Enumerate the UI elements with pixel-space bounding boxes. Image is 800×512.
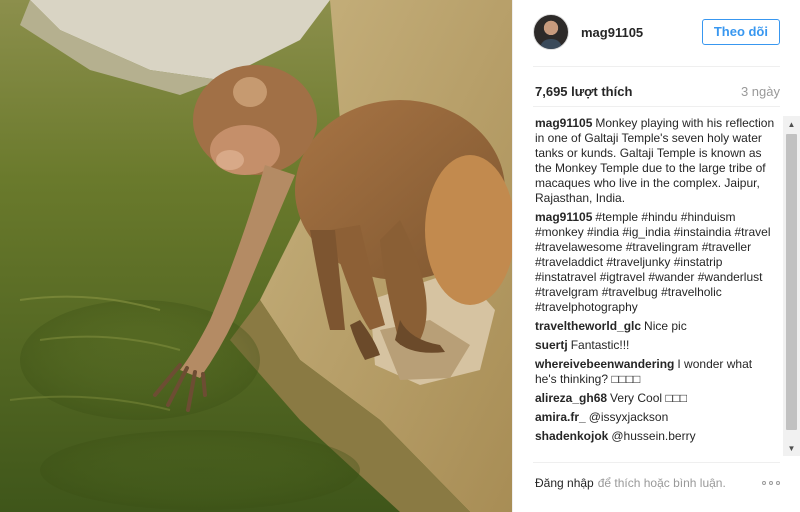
footer-text: để thích hoặc bình luận. [597, 476, 726, 490]
avatar[interactable] [533, 14, 569, 50]
header-divider [533, 66, 780, 67]
list-item: traveltheworld_glc Nice pic [535, 319, 777, 334]
login-link[interactable]: Đăng nhập [535, 476, 594, 490]
comment-text: #temple #hindu #hinduism #monkey #india … [535, 210, 771, 314]
more-dot-icon [776, 481, 780, 485]
comment-text[interactable]: @hussein.berry [611, 429, 695, 443]
list-item: whereivebeenwandering I wonder what he's … [535, 357, 777, 387]
post-side-panel: mag91105 Theo dõi 7,695 lượt thích 3 ngà… [512, 0, 800, 512]
more-options-icon[interactable] [762, 481, 780, 485]
footer-divider [533, 462, 780, 463]
list-item: suertj Fantastic!!! [535, 338, 777, 353]
more-dot-icon [762, 481, 766, 485]
list-item: amira.fr_ @issyxjackson [535, 410, 777, 425]
comment-text: Very Cool □□□ [610, 391, 688, 405]
post-photo[interactable] [0, 0, 512, 512]
post-footer: Đăng nhập để thích hoặc bình luận. [535, 476, 780, 490]
comment-username[interactable]: traveltheworld_glc [535, 319, 641, 333]
comment-text: Fantastic!!! [570, 338, 630, 352]
post-time[interactable]: 3 ngày [741, 84, 780, 99]
post-username[interactable]: mag91105 [581, 25, 643, 40]
caption: mag91105 Monkey playing with his reflecti… [535, 116, 777, 206]
stats-divider [533, 106, 780, 107]
scroll-thumb[interactable] [786, 134, 797, 430]
follow-button[interactable]: Theo dõi [701, 19, 780, 45]
comment-username[interactable]: mag91105 [535, 116, 592, 130]
post-stats: 7,695 lượt thích 3 ngày [535, 84, 780, 99]
comment-username[interactable]: alireza_gh68 [535, 391, 607, 405]
comment-text: Nice pic [644, 319, 687, 333]
monkey-photo-image [0, 0, 512, 512]
comment-text[interactable]: @issyxjackson [589, 410, 669, 424]
more-dot-icon [769, 481, 773, 485]
comment-username[interactable]: whereivebeenwandering [535, 357, 674, 371]
comments-scrollbar[interactable]: ▲ ▼ [783, 116, 800, 456]
comments-list[interactable]: mag91105 Monkey playing with his reflecti… [535, 116, 777, 456]
list-item: alireza_gh68 Very Cool □□□ [535, 391, 777, 406]
list-item: mag91105 #temple #hindu #hinduism #monkey… [535, 210, 777, 315]
comment-username[interactable]: suertj [535, 338, 568, 352]
likes-count[interactable]: 7,695 lượt thích [535, 84, 632, 99]
post-header: mag91105 Theo dõi [533, 14, 780, 50]
comment-username[interactable]: mag91105 [535, 210, 592, 224]
scroll-down-arrow-icon[interactable]: ▼ [783, 440, 800, 456]
comment-username[interactable]: amira.fr_ [535, 410, 586, 424]
comment-username[interactable]: shadenkojok [535, 429, 608, 443]
scroll-up-arrow-icon[interactable]: ▲ [783, 116, 800, 132]
list-item: shadenkojok @hussein.berry [535, 429, 777, 444]
